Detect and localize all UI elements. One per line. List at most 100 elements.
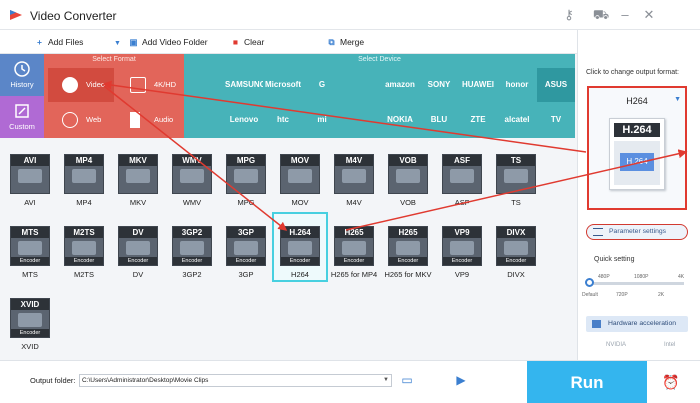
format-3gp2[interactable]: 3GP2 Encoder 3GP2 <box>166 214 218 280</box>
format-icon: M2TS Encoder <box>64 226 104 266</box>
format-avi[interactable]: AVI AVI <box>4 142 56 208</box>
brand-tile[interactable]: SAMSUNG <box>225 68 263 102</box>
format-name: H265 for MKV <box>384 270 432 279</box>
format-divx[interactable]: DIVX Encoder DIVX <box>490 214 542 280</box>
format-tag: AVI <box>11 155 49 166</box>
format-asf[interactable]: ASF ASF <box>436 142 488 208</box>
film-icon <box>72 169 96 183</box>
brand-tile[interactable]: mi <box>303 103 341 137</box>
output-panel: Click to change output format: H264 ▼ H.… <box>577 30 700 360</box>
quick-setting-slider[interactable] <box>588 282 684 285</box>
tick-default: Default <box>582 292 598 298</box>
close-icon[interactable]: ✕ <box>640 6 658 24</box>
clear-button[interactable]: ■ Clear <box>230 35 264 49</box>
format-wmv[interactable]: WMV WMV <box>166 142 218 208</box>
clear-label: Clear <box>244 37 265 47</box>
add-files-dropdown[interactable]: ▼ <box>112 35 126 49</box>
format-m4v[interactable]: M4V M4V <box>328 142 380 208</box>
format-h265-for-mkv[interactable]: H265 Encoder H265 for MKV <box>382 214 434 280</box>
format-mkv[interactable]: MKV MKV <box>112 142 164 208</box>
brand-tile[interactable]: NOKIA <box>381 103 419 137</box>
chevron-down-icon: ▼ <box>674 96 681 103</box>
tick-2k: 2K <box>658 292 665 298</box>
output-icon-body: H.264 <box>614 141 660 185</box>
format-3gp[interactable]: 3GP Encoder 3GP <box>220 214 272 280</box>
format-ts[interactable]: TS TS <box>490 142 542 208</box>
encoder-badge: Encoder <box>173 257 211 265</box>
format-name: M2TS <box>73 270 94 279</box>
output-folder-value: C:\Users\Administrator\Desktop\Movie Cli… <box>82 377 209 384</box>
format-dv[interactable]: DV Encoder DV <box>112 214 164 280</box>
brand-tile[interactable]: SONY <box>420 68 458 102</box>
format-name: MTS <box>22 270 38 279</box>
output-folder-input[interactable]: C:\Users\Administrator\Desktop\Movie Cli… <box>79 374 392 387</box>
format-mov[interactable]: MOV MOV <box>274 142 326 208</box>
brand-tile[interactable]: G <box>303 68 341 102</box>
open-output-icon[interactable]: ▶ <box>452 373 470 387</box>
hardware-acceleration-button[interactable]: Hardware acceleration <box>586 316 688 332</box>
merge-icon: ⧉ <box>328 37 335 47</box>
category-audio[interactable]: Audio <box>116 103 182 137</box>
film-icon <box>234 169 258 183</box>
format-xvid[interactable]: XVID Encoder XVID <box>4 286 56 352</box>
brand-tile[interactable] <box>342 68 380 102</box>
format-vp9[interactable]: VP9 Encoder VP9 <box>436 214 488 280</box>
output-format-selector[interactable]: H264 ▼ H.264 H.264 <box>587 86 687 210</box>
output-format-hint: Click to change output format: <box>586 69 679 76</box>
brand-tile[interactable]: HUAWEI <box>459 68 497 102</box>
cart-icon[interactable]: ⛟ <box>592 6 610 24</box>
brand-tile[interactable]: alcatel <box>498 103 536 137</box>
tick-1080p: 1080P <box>634 274 649 280</box>
quick-setting-handle[interactable] <box>585 278 594 287</box>
encoder-badge: Encoder <box>335 257 373 265</box>
format-mp4[interactable]: MP4 MP4 <box>58 142 110 208</box>
brand-tile[interactable]: ZTE <box>459 103 497 137</box>
browse-folder-icon[interactable]: ▭ <box>398 373 416 387</box>
brand-tile[interactable]: TV <box>537 103 575 137</box>
film-icon <box>288 169 312 183</box>
brand-tile[interactable]: BLU <box>420 103 458 137</box>
left-nav: History Custom <box>0 54 44 138</box>
format-name: DV <box>132 270 144 279</box>
add-files-button[interactable]: + Add Files <box>34 35 83 49</box>
format-mpg[interactable]: MPG MPG <box>220 142 272 208</box>
plus-icon: + <box>37 37 42 47</box>
brand-tile[interactable] <box>186 68 224 102</box>
key-icon[interactable]: ⚷ <box>560 6 578 24</box>
film-icon <box>72 241 96 255</box>
run-button[interactable]: Run <box>527 361 647 403</box>
category-video[interactable]: Video <box>48 68 114 102</box>
minimize-icon[interactable]: – <box>616 6 634 24</box>
film-icon <box>504 241 528 255</box>
format-vob[interactable]: VOB VOB <box>382 142 434 208</box>
format-tag: VOB <box>389 155 427 166</box>
merge-button[interactable]: ⧉ Merge <box>326 35 364 49</box>
format-icon: VOB <box>388 154 428 194</box>
nav-history[interactable]: History <box>0 54 44 96</box>
brand-tile[interactable] <box>342 103 380 137</box>
format-mts[interactable]: MTS Encoder MTS <box>4 214 56 280</box>
brand-tile[interactable]: ASUS <box>537 68 575 102</box>
brand-tile[interactable]: Lenovo <box>225 103 263 137</box>
add-video-folder-button[interactable]: ▣ Add Video Folder <box>128 35 207 49</box>
format-h264[interactable]: H.264 Encoder H264 <box>272 212 328 282</box>
brand-tile[interactable]: honor <box>498 68 536 102</box>
format-name: H265 for MP4 <box>330 270 378 279</box>
category-4k-hd[interactable]: 4K/HD <box>116 68 182 102</box>
nav-custom[interactable]: Custom <box>0 96 44 138</box>
alarm-clock-icon[interactable]: ⏰ <box>660 371 682 393</box>
format-m2ts[interactable]: M2TS Encoder M2TS <box>58 214 110 280</box>
film-icon <box>126 169 150 183</box>
brand-tile[interactable]: amazon <box>381 68 419 102</box>
parameter-settings-button[interactable]: Parameter settings <box>586 224 688 240</box>
format-h265-for-mp4[interactable]: H265 Encoder H265 for MP4 <box>328 214 380 280</box>
brand-tile[interactable]: htc <box>264 103 302 137</box>
chevron-down-icon[interactable]: ▼ <box>383 375 389 386</box>
format-tag: TS <box>497 155 535 166</box>
format-name: 3GP <box>238 270 254 279</box>
category-web[interactable]: Web <box>48 103 114 137</box>
brand-tile[interactable] <box>186 103 224 137</box>
chip-icon <box>592 320 601 328</box>
format-name: H264 <box>291 270 309 279</box>
brand-tile[interactable]: Microsoft <box>264 68 302 102</box>
